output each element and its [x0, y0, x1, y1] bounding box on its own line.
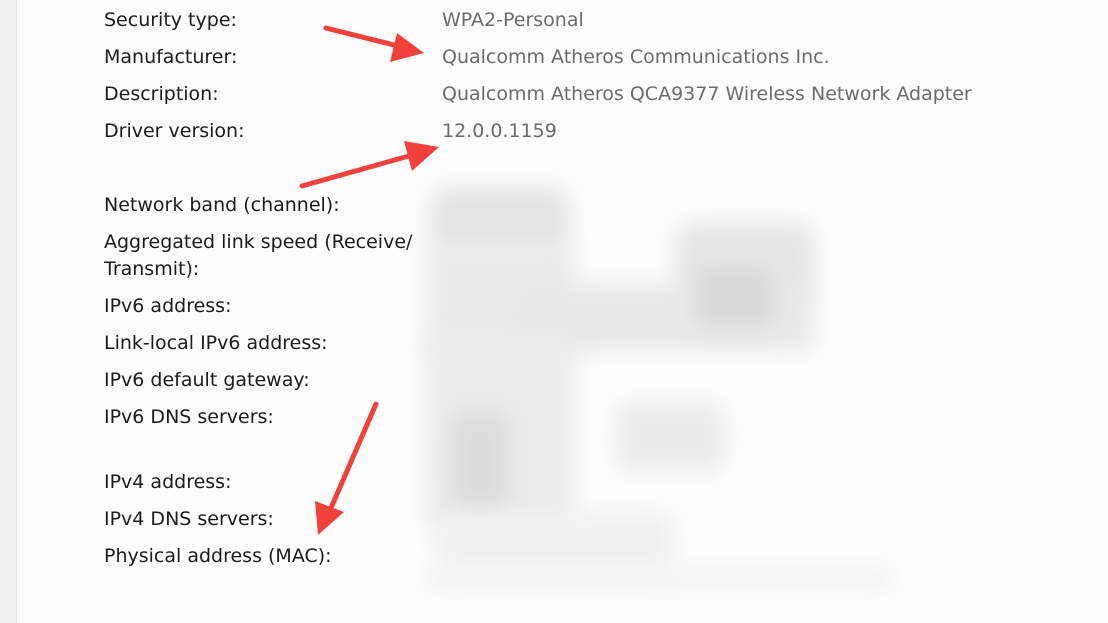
label-description: Description:	[104, 83, 219, 105]
label-mac-address: Physical address (MAC):	[104, 545, 332, 567]
label-link-local-ipv6: Link-local IPv6 address:	[104, 332, 328, 354]
label-manufacturer: Manufacturer:	[104, 46, 238, 68]
label-ipv6-dns: IPv6 DNS servers:	[104, 406, 274, 428]
label-ipv4-address: IPv4 address:	[104, 471, 232, 493]
left-edge-strip	[0, 0, 17, 623]
arrow-to-mac-address	[315, 401, 379, 535]
label-security-type: Security type:	[104, 9, 237, 31]
label-driver-version: Driver version:	[104, 120, 245, 142]
label-ipv4-dns: IPv4 DNS servers:	[104, 508, 274, 530]
redacted-values-blur	[425, 182, 905, 597]
network-properties-panel: Security type: Manufacturer: Description…	[0, 0, 1108, 623]
label-link-speed-line2: Transmit):	[104, 258, 200, 280]
label-link-speed-line1: Aggregated link speed (Receive/	[104, 231, 413, 253]
value-manufacturer[interactable]: Qualcomm Atheros Communications Inc.	[442, 44, 830, 71]
label-network-band: Network band (channel):	[104, 194, 340, 216]
arrow-to-manufacturer	[323, 25, 424, 62]
label-ipv6-address: IPv6 address:	[104, 295, 232, 317]
value-description[interactable]: Qualcomm Atheros QCA9377 Wireless Networ…	[442, 81, 972, 108]
label-ipv6-gateway: IPv6 default gateway:	[104, 369, 310, 391]
arrow-to-driver-version	[299, 141, 439, 189]
value-driver-version[interactable]: 12.0.0.1159	[442, 118, 557, 145]
value-security-type[interactable]: WPA2-Personal	[442, 7, 584, 34]
